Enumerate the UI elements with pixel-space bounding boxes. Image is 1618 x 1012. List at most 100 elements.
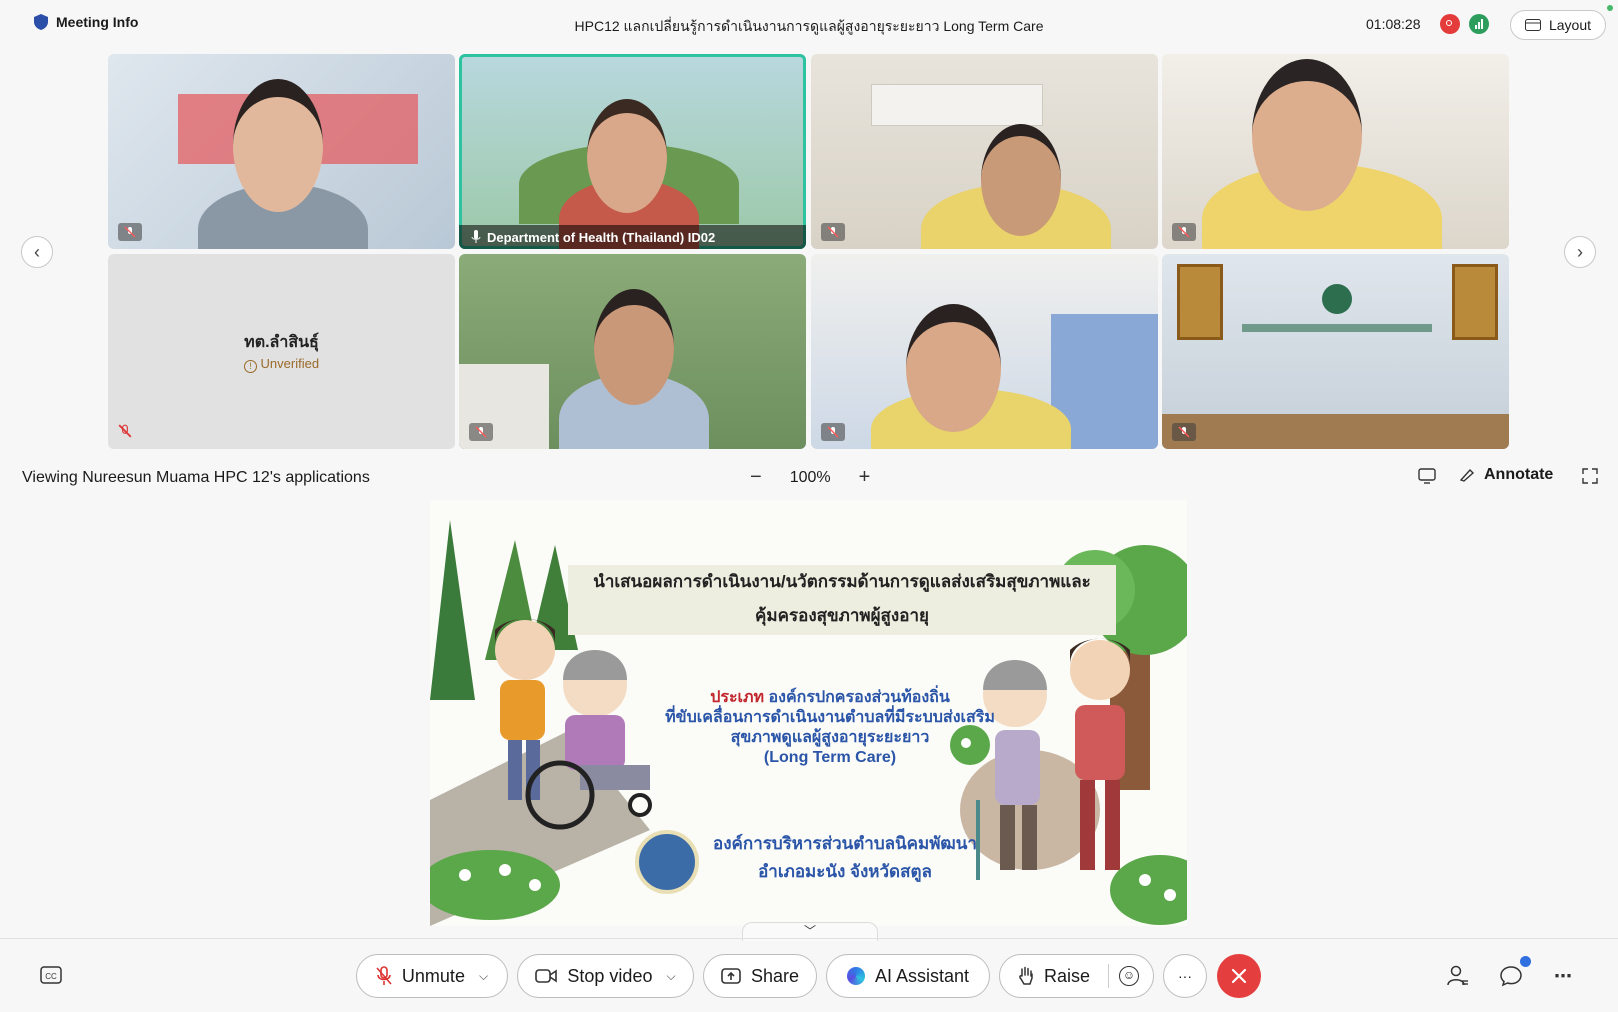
chat-notification-badge	[1520, 956, 1531, 967]
chevron-down-icon[interactable]: ⌵	[479, 969, 488, 984]
muted-mic-icon	[118, 424, 132, 443]
share-screen-icon	[721, 968, 741, 984]
video-tile[interactable]	[459, 254, 806, 449]
muted-mic-icon	[469, 423, 493, 441]
participant-face	[233, 79, 323, 212]
next-page-button[interactable]: ›	[1564, 236, 1596, 268]
muted-mic-icon	[821, 423, 845, 441]
wall-sign	[1242, 324, 1432, 332]
video-camera-icon	[535, 969, 558, 983]
recording-icon[interactable]	[1440, 14, 1460, 34]
participant-face	[906, 304, 1001, 432]
muted-mic-icon	[118, 223, 142, 241]
status-dot	[1607, 5, 1613, 11]
chevron-left-icon: ‹	[34, 241, 40, 262]
ai-assistant-icon	[846, 967, 865, 985]
organization-seal-logo	[635, 830, 699, 894]
layout-icon	[1524, 19, 1541, 31]
video-tile-active-speaker[interactable]: Department of Health (Thailand) ID02	[459, 54, 806, 249]
svg-text:CC: CC	[45, 972, 57, 981]
slide-category: ประเภท องค์กรปกครองส่วนท้องถิ่น ที่ขับเค…	[600, 688, 1060, 768]
shared-slide: นำเสนอผลการดำเนินงาน/นวัตกรรมด้านการดูแล…	[430, 500, 1187, 926]
participant-face	[981, 124, 1061, 236]
stop-video-label: Stop video	[567, 965, 653, 986]
slide-title-line-1: นำเสนอผลการดำเนินงาน/นวัตกรรมด้านการดูแล…	[593, 572, 1091, 591]
network-signal-icon[interactable]	[1469, 14, 1489, 34]
ai-assistant-label: AI Assistant	[874, 965, 970, 986]
participants-icon[interactable]	[1446, 964, 1470, 988]
background-air-conditioner	[871, 84, 1043, 126]
unverified-badge: ! Unverified	[108, 356, 455, 373]
hand-icon	[1019, 966, 1033, 985]
pen-icon	[1460, 468, 1475, 482]
top-bar: Meeting Info HPC12 แลกเปลี่ยนรู้การดำเนิ…	[0, 0, 1618, 50]
background-portrait	[1452, 264, 1498, 340]
layout-button[interactable]: Layout	[1510, 10, 1606, 40]
video-tile-no-video[interactable]: ทต.ลำสินธุ์ ! Unverified	[108, 254, 455, 449]
stop-video-button[interactable]: Stop video ⌵	[517, 954, 694, 998]
participant-name: ทต.ลำสินธุ์	[244, 334, 319, 351]
participant-face	[1252, 59, 1362, 211]
slide-title: นำเสนอผลการดำเนินงาน/นวัตกรรมด้านการดูแล…	[568, 565, 1116, 635]
slide-title-line-2: คุ้มครองสุขภาพผู้สูงอายุ	[755, 606, 929, 625]
share-window-icon[interactable]	[1418, 468, 1436, 484]
video-tile[interactable]	[811, 254, 1158, 449]
meeting-timer: 01:08:28	[1366, 16, 1421, 32]
chevron-down-icon[interactable]: ⌵	[666, 969, 675, 984]
video-tile[interactable]	[811, 54, 1158, 249]
layout-label: Layout	[1548, 17, 1592, 33]
unmute-label: Unmute	[401, 965, 465, 986]
chat-icon[interactable]	[1499, 964, 1523, 988]
participant-face	[594, 289, 674, 405]
zoom-controls: − 100% +	[750, 466, 870, 489]
muted-mic-icon	[821, 223, 845, 241]
video-tile[interactable]	[1162, 54, 1509, 249]
slide-organization-line-2: อำเภอมะนัง จังหวัดสตูล	[758, 862, 932, 881]
conference-table	[1162, 414, 1509, 449]
info-icon: !	[243, 360, 257, 373]
slide-category-prefix: ประเภท	[710, 689, 765, 706]
unmute-button[interactable]: Unmute ⌵	[356, 954, 508, 998]
participant-face	[587, 99, 667, 213]
slide-category-line-2: ที่ขับเคลื่อนการดำเนินงานตำบลที่มีระบบส่…	[665, 709, 995, 726]
slide-category-line-3: สุขภาพดูแลผู้สูงอายุระยะยาว	[730, 729, 930, 746]
zoom-level: 100%	[789, 468, 831, 486]
chevron-right-icon: ›	[1577, 241, 1583, 262]
chevron-down-icon: ﹀	[803, 924, 816, 938]
fullscreen-icon[interactable]	[1582, 468, 1598, 484]
muted-mic-icon	[1172, 223, 1196, 241]
background-portrait	[1177, 264, 1223, 340]
captions-icon[interactable]: CC	[40, 966, 62, 984]
slide-category-line-4: (Long Term Care)	[763, 749, 897, 766]
speaker-name-bar: Department of Health (Thailand) ID02	[459, 225, 806, 249]
end-call-button[interactable]	[1217, 954, 1261, 998]
muted-mic-icon	[1172, 423, 1196, 441]
annotate-button[interactable]: Annotate	[1460, 466, 1553, 484]
speaker-name: Department of Health (Thailand) ID02	[487, 229, 716, 245]
divider	[0, 938, 1618, 939]
raise-label: Raise	[1044, 965, 1091, 986]
close-icon	[1231, 968, 1247, 984]
slide-category-line-1: องค์กรปกครองส่วนท้องถิ่น	[768, 689, 950, 706]
viewing-label: Viewing Nureesun Muama HPC 12's applicat…	[22, 469, 370, 486]
share-button[interactable]: Share	[703, 954, 817, 998]
annotate-label: Annotate	[1484, 466, 1554, 483]
ai-assistant-button[interactable]: AI Assistant	[826, 954, 990, 998]
video-tile[interactable]	[1162, 254, 1509, 449]
more-options-button[interactable]: ···	[1163, 954, 1207, 998]
more-menu-icon[interactable]: ⋯	[1553, 966, 1573, 986]
video-tile[interactable]	[108, 54, 455, 249]
microphone-icon	[471, 230, 481, 243]
slide-organization: องค์การบริหารส่วนตำบลนิคมพัฒนา อำเภอมะนั…	[695, 830, 995, 886]
muted-mic-icon	[376, 966, 392, 985]
raise-hand-button[interactable]: Raise ☺	[999, 954, 1154, 998]
emblem-logo	[1322, 284, 1352, 314]
zoom-in-button[interactable]: +	[859, 466, 871, 489]
zoom-out-button[interactable]: −	[750, 466, 762, 489]
previous-page-button[interactable]: ‹	[21, 236, 53, 268]
unverified-label: Unverified	[260, 356, 320, 371]
slide-organization-line-1: องค์การบริหารส่วนตำบลนิคมพัฒนา	[713, 834, 977, 853]
separator	[1108, 964, 1110, 988]
reactions-icon[interactable]: ☺	[1119, 966, 1140, 986]
share-label: Share	[750, 965, 800, 986]
